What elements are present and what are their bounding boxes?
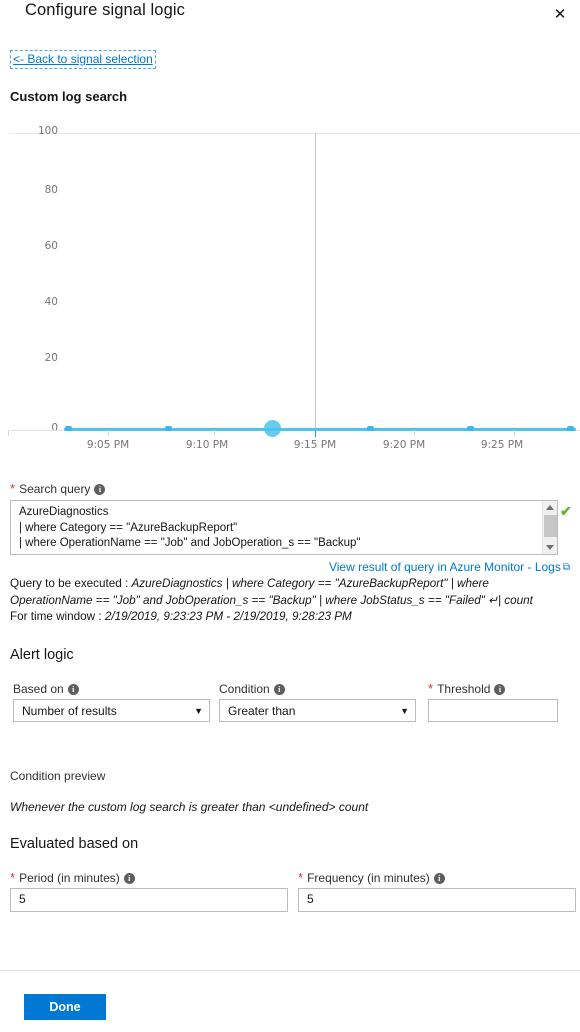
search-query-scrollbar[interactable] [542,501,557,554]
signal-name-title: Custom log search [10,89,127,104]
required-asterisk: * [10,484,15,494]
time-window-line: For time window : 2/19/2019, 9:23:23 PM … [10,609,558,626]
x-axis-tick-label: 9:05 PM [68,439,148,451]
search-query-label: Search query [19,482,90,496]
based-on-select[interactable]: Number of results ▼ [13,699,210,722]
back-link-container: <- Back to signal selection [10,50,156,69]
y-axis-tick-label: 100 [8,125,58,137]
x-axis-tick-label: 9:15 PM [275,439,355,451]
alert-logic-title: Alert logic [10,647,74,663]
chart-data-point[interactable] [65,426,72,431]
chart-series-line [64,428,576,431]
query-executed-line: Query to be executed : AzureDiagnostics … [10,576,558,609]
scroll-down-icon[interactable] [546,545,554,550]
search-query-value: AzureDiagnostics | where Category == "Az… [11,501,557,555]
search-query-input[interactable]: AzureDiagnostics | where Category == "Az… [10,500,558,555]
view-query-result-label: View result of query in Azure Monitor - … [329,560,561,574]
y-axis-tick-label: 60 [8,240,58,252]
period-input[interactable]: 5 [10,888,288,912]
x-axis-tick-label: 9:20 PM [364,439,444,451]
based-on-value: Number of results [22,704,194,718]
required-asterisk: * [298,873,303,883]
time-window-value: 2/19/2019, 9:23:23 PM - 2/19/2019, 9:28:… [105,610,352,623]
info-icon[interactable]: i [124,873,135,884]
page-title: Configure signal logic [25,1,185,20]
threshold-label: Threshold [437,682,490,696]
threshold-label-row: * Threshold i [428,682,505,696]
chevron-down-icon: ▼ [400,706,409,716]
info-icon[interactable]: i [68,684,79,695]
condition-label-row: Condition i [219,682,285,696]
scrollbar-thumb[interactable] [544,515,557,537]
x-axis-tick-label: 9:25 PM [462,439,542,451]
blade-header: Configure signal logic ✕ [0,0,580,32]
info-icon[interactable]: i [494,684,505,695]
search-query-label-row: * Search query i [10,482,105,496]
condition-label: Condition [219,682,270,696]
required-asterisk: * [10,873,15,883]
based-on-label-row: Based on i [13,682,79,696]
based-on-label: Based on [13,682,64,696]
external-link-icon: ⧉ [563,562,570,573]
required-asterisk: * [428,684,433,694]
info-icon[interactable]: i [94,484,105,495]
query-valid-check-icon: ✔ [560,503,572,520]
chart-data-point-highlighted[interactable] [264,420,281,437]
done-button[interactable]: Done [24,994,106,1020]
threshold-input[interactable] [428,699,558,722]
y-axis-tick-label: 80 [8,184,58,196]
scroll-up-icon[interactable] [546,505,554,510]
chevron-down-icon: ▼ [194,706,203,716]
chart-top-border [10,133,580,134]
frequency-label-row: * Frequency (in minutes) i [298,871,445,885]
evaluated-based-on-title: Evaluated based on [10,836,138,852]
condition-preview-title: Condition preview [10,769,105,783]
query-to-be-executed-block: Query to be executed : AzureDiagnostics … [10,576,558,626]
frequency-input[interactable]: 5 [298,888,576,912]
time-window-prefix: For time window : [10,610,105,623]
chart-data-point[interactable] [467,426,474,431]
footer-divider [0,970,580,971]
condition-preview-text: Whenever the custom log search is greate… [10,800,368,814]
view-query-result-link[interactable]: View result of query in Azure Monitor - … [329,560,570,574]
back-to-signal-selection-link[interactable]: <- Back to signal selection [10,50,156,69]
configure-signal-logic-blade: Configure signal logic ✕ <- Back to sign… [0,0,580,1032]
chart-cursor-line [315,133,316,435]
condition-value: Greater than [228,704,400,718]
y-axis-tick-label: 20 [8,352,58,364]
frequency-label: Frequency (in minutes) [307,871,430,885]
y-axis-tick-label: 0 [8,422,58,434]
info-icon[interactable]: i [434,873,445,884]
chart-data-point[interactable] [165,426,172,431]
info-icon[interactable]: i [274,684,285,695]
chart-data-point[interactable] [367,426,374,431]
query-executed-prefix: Query to be executed : [10,577,132,590]
chart-cursor-tick [315,430,316,437]
chart-data-point[interactable] [567,426,574,431]
signal-preview-chart: 100 80 60 40 20 0 9:05 PM 9:10 PM 9:15 P… [0,130,580,470]
condition-select[interactable]: Greater than ▼ [219,699,416,722]
x-axis-tick-label: 9:10 PM [167,439,247,451]
period-label: Period (in minutes) [19,871,120,885]
period-label-row: * Period (in minutes) i [10,871,135,885]
close-icon[interactable]: ✕ [548,2,572,26]
y-axis-tick-label: 40 [8,296,58,308]
